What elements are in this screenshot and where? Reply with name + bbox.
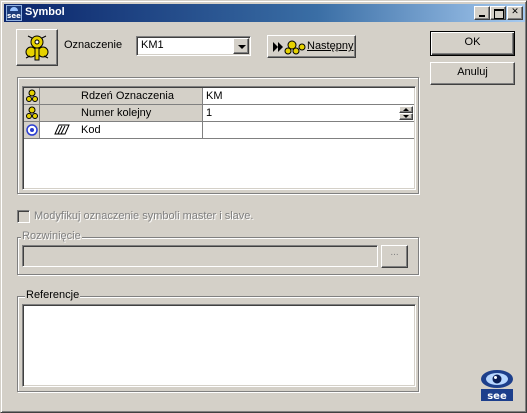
references-legend: Referencje	[25, 289, 81, 301]
property-row[interactable]: Kod	[24, 122, 414, 139]
property-name-cell: Numer kolejny	[40, 105, 203, 122]
window-title: Symbol	[25, 6, 65, 18]
property-row[interactable]: Numer kolejny 1	[24, 105, 414, 122]
designation-combobox[interactable]: KM1	[136, 36, 251, 56]
modify-master-slave-label: Modyfikuj oznaczenie symboli master i sl…	[34, 210, 254, 222]
book-icon	[54, 124, 70, 135]
spin-up-icon[interactable]	[399, 106, 413, 113]
property-name-cell: Kod	[40, 122, 203, 139]
symbol-gear-icon	[26, 89, 38, 102]
symbol-gear-icon	[26, 106, 38, 119]
designation-label: Oznaczenie	[64, 39, 123, 51]
property-value-cell[interactable]: 1	[203, 105, 414, 122]
symbol-dialog: see Symbol ✕ Oznaczenie KM1 Następny OK …	[0, 0, 527, 413]
chevron-down-icon[interactable]	[233, 38, 249, 54]
property-value-cell[interactable]: KM	[203, 88, 414, 105]
ok-button[interactable]: OK	[430, 31, 515, 56]
settings-radio-icon	[26, 124, 38, 136]
property-row-icon-cell	[24, 122, 40, 139]
property-row-icon-cell	[24, 105, 40, 122]
browse-button[interactable]: ...	[381, 245, 408, 268]
property-value: KM	[206, 90, 223, 102]
close-button[interactable]: ✕	[507, 6, 523, 20]
symbol-preview-button[interactable]	[16, 29, 58, 66]
next-button-label: Następny	[307, 40, 354, 52]
property-value: 1	[206, 107, 213, 119]
modify-master-slave-checkbox[interactable]	[17, 210, 30, 223]
property-row-icon-cell	[24, 88, 40, 105]
value-spinner[interactable]	[399, 106, 413, 120]
expansion-field[interactable]	[22, 245, 378, 267]
minimize-button[interactable]	[474, 6, 490, 20]
see-logo-icon: see	[481, 370, 513, 402]
designation-value: KM1	[141, 39, 164, 51]
properties-grid[interactable]: Rdzeń Oznaczenia KM Numer kolejny 1 Kod	[22, 86, 416, 190]
cancel-button[interactable]: Anuluj	[430, 62, 515, 85]
property-row[interactable]: Rdzeń Oznaczenia KM	[24, 88, 414, 105]
property-name: Numer kolejny	[81, 107, 152, 119]
next-button[interactable]: Następny	[267, 35, 356, 58]
property-name: Rdzeń Oznaczenia	[81, 90, 174, 102]
app-icon: see	[6, 5, 22, 21]
symbol-gear-icon	[25, 35, 49, 61]
property-value-cell[interactable]	[203, 122, 414, 139]
title-bar[interactable]: see Symbol ✕	[4, 4, 525, 22]
next-symbol-icon	[273, 40, 306, 55]
spin-down-icon[interactable]	[399, 113, 413, 120]
references-textarea[interactable]	[22, 304, 416, 387]
property-name: Kod	[81, 124, 101, 136]
property-name-cell: Rdzeń Oznaczenia	[40, 88, 203, 105]
maximize-button[interactable]	[490, 6, 506, 20]
expansion-legend: Rozwinięcie	[21, 230, 82, 242]
logo-text: see	[487, 391, 507, 402]
